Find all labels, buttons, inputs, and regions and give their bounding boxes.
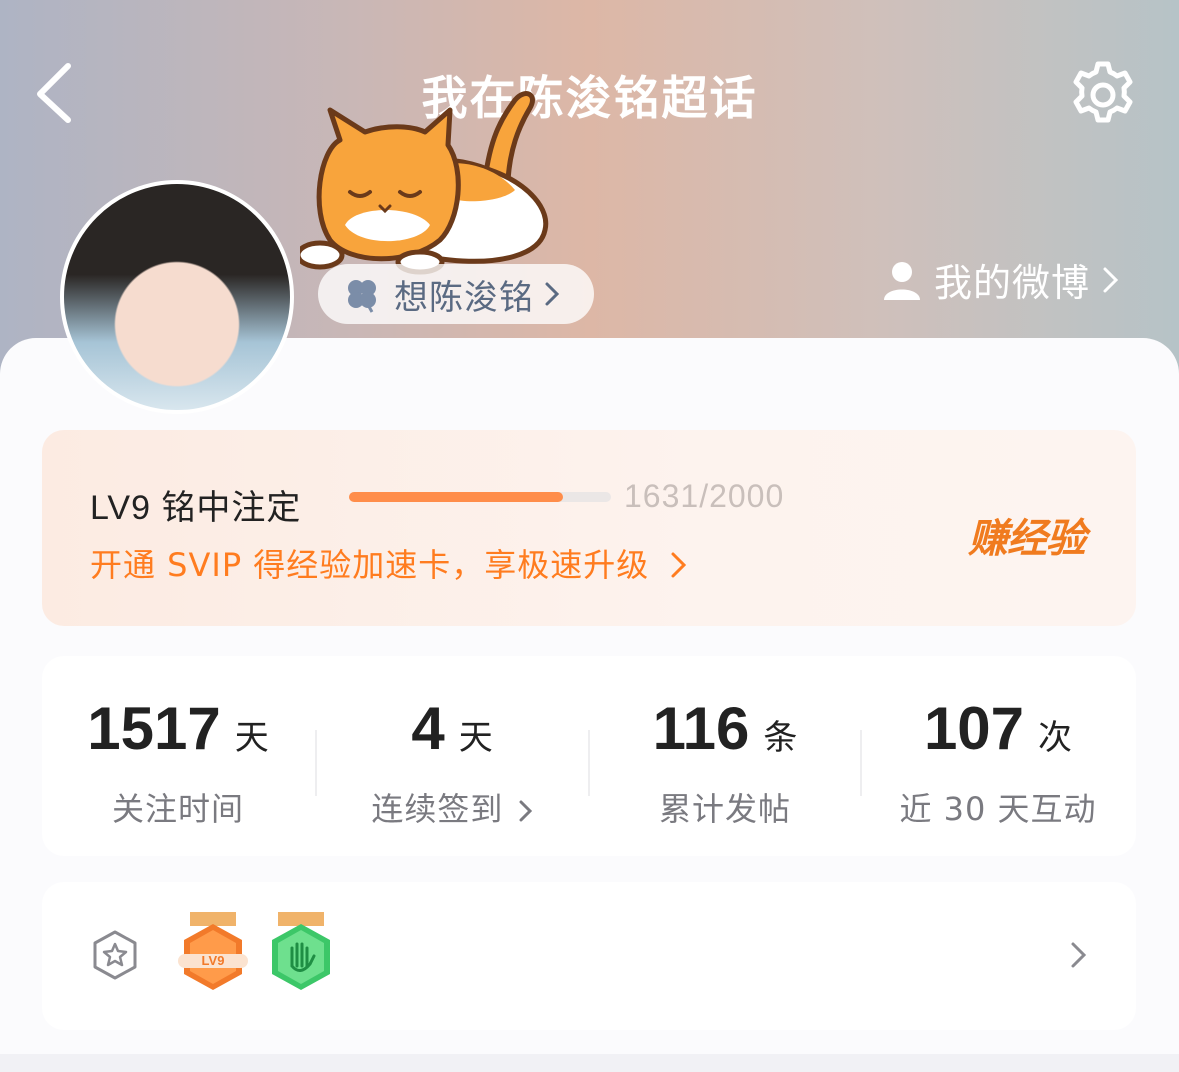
stat-checkin-streak[interactable]: 4天 连续签到 (316, 656, 588, 856)
page-title: 我在陈浚铭超话 (421, 71, 758, 125)
nickname-label: 想陈浚铭 (394, 277, 534, 318)
hand-badge-icon (272, 912, 330, 990)
stat-value: 1517 (87, 695, 221, 762)
stat-unit: 次 (1038, 718, 1073, 758)
earn-exp-button[interactable]: 赚经验 (968, 506, 1086, 564)
stat-label: 累计发帖 (658, 790, 791, 828)
gear-icon (1073, 61, 1133, 123)
chevron-right-icon (1103, 267, 1119, 292)
sleeping-cat-sticker (295, 80, 560, 280)
stat-label: 关注时间 (111, 790, 244, 828)
stat-value: 107 (923, 695, 1025, 762)
badge-text: LV9 (202, 953, 225, 968)
badge-slot-icon (93, 930, 137, 980)
stat-label: 连续签到 (371, 790, 504, 828)
level-title: LV9 铭中注定 (90, 480, 301, 529)
chevron-right-icon (545, 282, 560, 306)
level-progress-bar (349, 492, 611, 502)
nickname-pill[interactable]: 想陈浚铭 (318, 264, 594, 324)
chevron-right-icon (519, 800, 532, 822)
svip-promo-link[interactable]: 开通 SVIP 得经验加速卡，享极速升级 (90, 540, 688, 586)
settings-button[interactable] (1066, 58, 1140, 132)
level-progress-fill (349, 492, 563, 502)
stat-label-with-chevron: 连续签到 (316, 784, 588, 830)
svip-promo-text: 开通 SVIP 得经验加速卡，享极速升级 (90, 546, 650, 584)
chevron-right-icon (671, 552, 687, 578)
level-number: LV9 (90, 489, 151, 527)
level-progress-text: 1631/2000 (624, 478, 785, 514)
cat-icon (295, 91, 549, 275)
stat-total-posts: 116 条 累计发帖 (589, 656, 861, 856)
lv9-badge-icon: LV9 (178, 912, 248, 990)
stat-unit: 天 (458, 718, 493, 758)
stat-value: 116 (652, 695, 750, 762)
level-name: 铭中注定 (161, 488, 302, 528)
person-icon (884, 261, 920, 300)
badge-card[interactable]: LV9 (42, 882, 1136, 1030)
stat-interactions-30d: 107 次 近 30 天互动 (862, 656, 1134, 856)
avatar[interactable] (60, 180, 294, 414)
my-weibo-link[interactable]: 我的微博 (880, 252, 1120, 307)
stat-value: 4 (411, 695, 445, 762)
stat-unit: 天 (234, 718, 269, 758)
chevron-right-icon (1071, 942, 1087, 968)
clover-icon (348, 280, 376, 313)
level-card: LV9 铭中注定 1631/2000 开通 SVIP 得经验加速卡，享极速升级 … (42, 430, 1136, 626)
my-weibo-label: 我的微博 (934, 261, 1091, 305)
stats-card: 1517 天 关注时间 4天 连续签到 116 条 累计发帖 107 次 近 30 天… (42, 656, 1136, 856)
stat-label: 近 30 天互动 (899, 790, 1097, 828)
stat-follow-days: 1517 天 关注时间 (42, 656, 314, 856)
stat-unit: 条 (763, 718, 798, 758)
